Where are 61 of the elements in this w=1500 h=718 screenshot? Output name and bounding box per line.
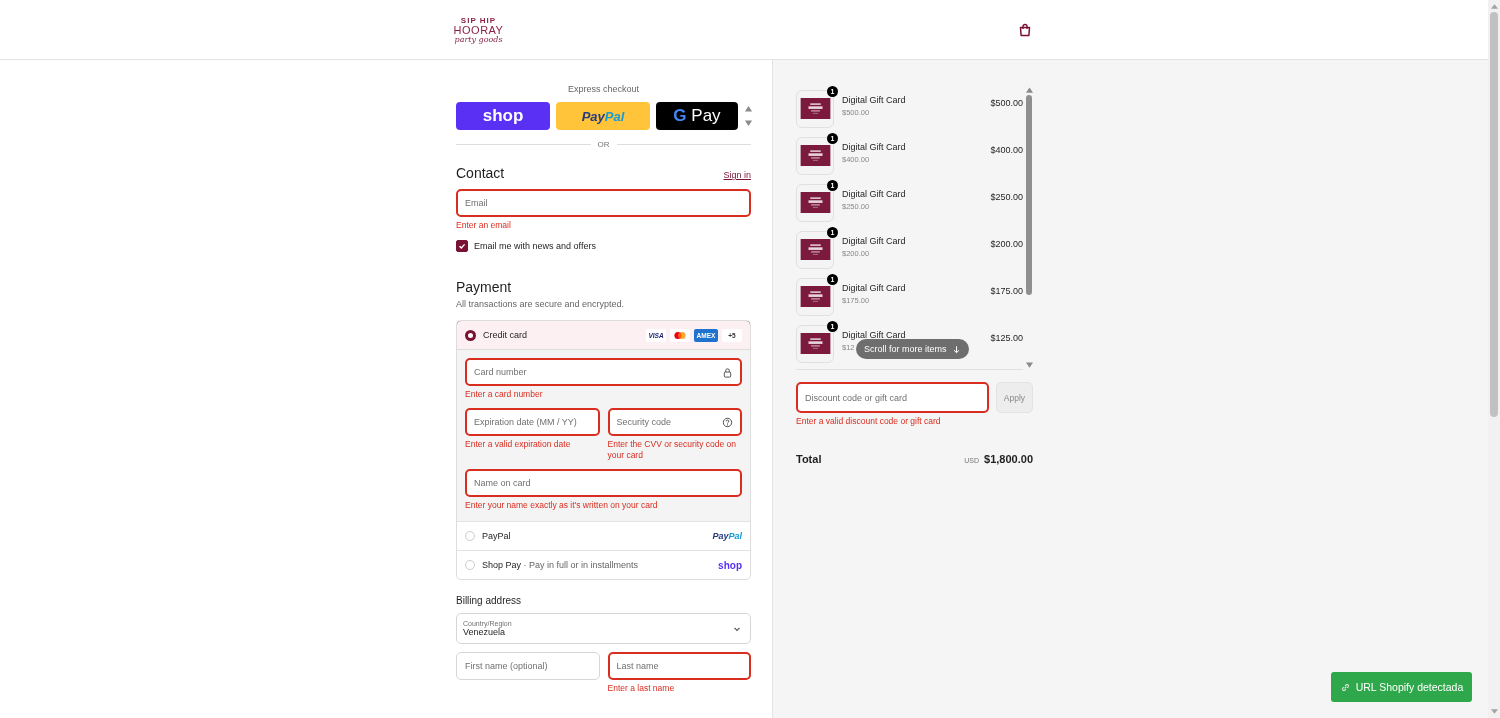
total-label: Total (796, 453, 822, 465)
error-message: Enter the CVV or security code on your card (607, 439, 737, 461)
input-field[interactable]: Card number (465, 358, 742, 386)
product-name: Digital Gift Card (842, 235, 907, 246)
scroll-hint[interactable]: Scroll for more items (856, 339, 969, 359)
product-name: Digital Gift Card (842, 141, 907, 152)
section-title: Billing address (456, 595, 523, 606)
error-message: Enter a valid expiration date (465, 439, 572, 450)
line-total: $125.00 (990, 332, 1023, 343)
section-title: Payment (456, 279, 513, 295)
input-field[interactable]: Security code (607, 408, 742, 436)
section-label: Express checkout (566, 84, 640, 94)
section-subtitle: All transactions are secure and encrypted. (456, 299, 626, 309)
paypal-button[interactable]: PayPal (556, 102, 650, 130)
error-message: Enter a valid discount code or gift card (796, 416, 942, 427)
scroll-down-icon[interactable] (1025, 362, 1033, 368)
input-field[interactable]: Name on card (465, 469, 742, 497)
lock-icon (722, 367, 733, 378)
divider-label: OR (596, 140, 611, 149)
arrow-down-icon (951, 344, 961, 354)
input-field[interactable]: Last name (607, 652, 751, 680)
google-pay-button[interactable]: G Pay (656, 102, 738, 130)
logo[interactable]: SIP HIP HOORAY party goods (455, 17, 502, 44)
line-total: $200.00 (990, 238, 1023, 249)
shopping-bag-icon[interactable] (1017, 22, 1032, 37)
line-total: $400.00 (990, 144, 1023, 155)
product-name: Digital Gift Card (842, 329, 907, 340)
payment-option[interactable]: PayPal PayPal (457, 521, 750, 550)
checkbox-label: Email me with news and offers (474, 241, 596, 251)
scrollbar[interactable] (1488, 0, 1500, 718)
error-message: Enter an email (456, 220, 512, 231)
mastercard-icon (672, 329, 688, 341)
scroll-down-icon[interactable] (1489, 708, 1499, 716)
checkmark-icon (457, 241, 467, 251)
product-name: Digital Gift Card (842, 282, 907, 293)
error-message: Enter a card number (465, 389, 544, 400)
checkbox[interactable] (456, 240, 468, 252)
sign-in-link[interactable]: Sign in (723, 170, 751, 180)
line-total: $175.00 (990, 285, 1023, 296)
link-icon (1339, 681, 1351, 693)
error-message: Enter a last name (607, 683, 676, 694)
radio-button[interactable] (465, 329, 476, 341)
payment-option[interactable]: Shop Pay · Pay in full or in installments shop (457, 550, 750, 579)
product-name: Digital Gift Card (842, 188, 907, 199)
scroll-up-icon[interactable] (1025, 87, 1033, 93)
error-message: Enter your name exactly as it's written on your card (465, 500, 659, 511)
line-total: $500.00 (990, 97, 1023, 108)
help-icon (722, 417, 733, 428)
shop-pay-logo: shop (718, 559, 742, 571)
scroll-up-icon[interactable] (1489, 2, 1499, 10)
paypal-logo: PayPal (712, 531, 742, 541)
line-total: $250.00 (990, 191, 1023, 202)
scroll-arrows-icon (744, 103, 753, 129)
total-amount: $1,800.00 (984, 453, 1033, 465)
scrollbar[interactable] (1025, 85, 1033, 370)
section-title: Contact (456, 165, 505, 181)
input-field[interactable]: Email (456, 189, 751, 217)
input-field[interactable]: Expiration date (MM / YY) (465, 408, 600, 436)
shop-pay-button[interactable]: shop (456, 102, 550, 130)
input-field[interactable]: Discount code or gift card (796, 382, 989, 413)
product-name: Digital Gift Card (842, 94, 907, 105)
